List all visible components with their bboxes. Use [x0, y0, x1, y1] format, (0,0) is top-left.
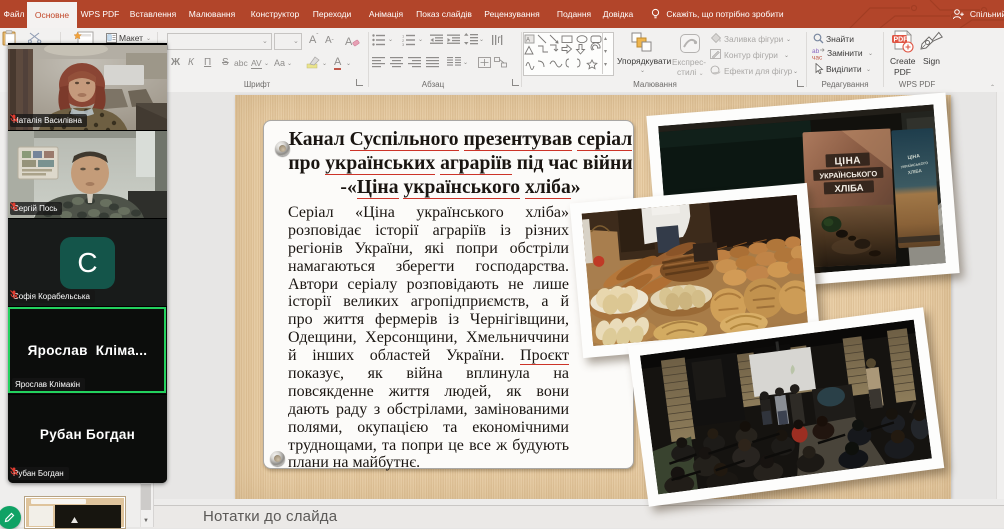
- svg-text:ХЛІБА: ХЛІБА: [834, 183, 864, 195]
- svg-text:ЦІНА: ЦІНА: [834, 155, 861, 167]
- svg-text:час: час: [812, 55, 823, 61]
- svg-text:3: 3: [402, 42, 405, 46]
- svg-text:A: A: [526, 38, 530, 44]
- svg-text:А: А: [345, 36, 353, 48]
